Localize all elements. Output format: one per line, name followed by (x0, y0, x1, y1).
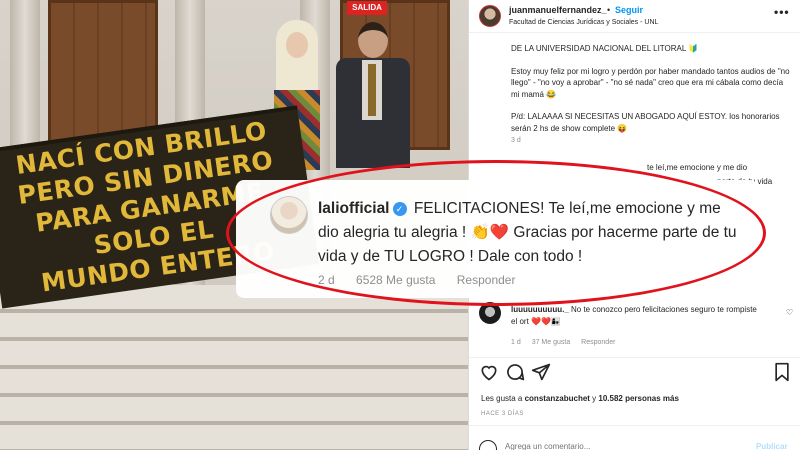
commenter-avatar[interactable] (270, 196, 308, 234)
exit-sign: SALIDA (347, 1, 387, 15)
post-caption: DE LA UNIVERSIDAD NACIONAL DEL LITORAL 🔰… (511, 43, 793, 145)
likes-summary[interactable]: Les gusta a constanzabuchet y 10.582 per… (481, 394, 679, 403)
comment-time: 1 d (511, 339, 521, 346)
author-avatar[interactable] (479, 5, 501, 27)
separator-dot: • (607, 5, 611, 15)
comment-text: luuuuuuuuuu._ No te conozco pero felicit… (511, 304, 761, 327)
post-time-ago: HACE 3 DÍAS (481, 411, 524, 417)
comment-time: 2 d (318, 273, 335, 287)
commenter-username[interactable]: laliofficial (318, 200, 390, 217)
comment-likes[interactable]: 6528 Me gusta (356, 273, 435, 287)
comment-input[interactable] (505, 442, 725, 450)
commenter-username[interactable]: luuuuuuuuuu._ (511, 305, 569, 314)
likes-count[interactable]: 10.582 personas más (598, 394, 679, 403)
comment-text: laliofficial ✓ FELICITACIONES! Te leí,me … (318, 197, 738, 269)
post-header: juanmanuelfernandez_ • Seguir Facultad d… (469, 0, 800, 32)
comment-likes[interactable]: 37 Me gusta (532, 339, 571, 346)
comment-partial-line: te leí,me emocione y me dio (647, 163, 748, 172)
divider (469, 357, 800, 358)
emoji-icon[interactable] (479, 440, 497, 450)
stairs (0, 285, 468, 450)
divider (469, 425, 800, 426)
more-icon[interactable]: ••• (774, 5, 790, 19)
heart-icon[interactable] (479, 362, 499, 382)
reply-button[interactable]: Responder (457, 273, 516, 287)
caption-paragraph: DE LA UNIVERSIDAD NACIONAL DEL LITORAL 🔰 (511, 44, 699, 53)
caption-paragraph: P/d: LALAAAA SI NECESITAS UN ABOGADO AQU… (511, 112, 780, 133)
publish-button[interactable]: Publicar (756, 442, 788, 450)
highlighted-comment: laliofficial ✓ FELICITACIONES! Te leí,me … (236, 180, 758, 298)
liker-username[interactable]: constanzabuchet (525, 394, 590, 403)
verified-badge-icon: ✓ (392, 202, 407, 216)
likes-prefix: Les gusta a (481, 394, 525, 403)
divider (469, 32, 800, 33)
reply-button[interactable]: Responder (581, 339, 615, 346)
screenshot-root: SALIDA NACÍ CON BRILLO PERO SIN DINERO P… (0, 0, 800, 450)
heart-icon[interactable]: ♡ (786, 308, 793, 317)
author-username[interactable]: juanmanuelfernandez_ (509, 5, 607, 15)
commenter-avatar[interactable] (479, 302, 501, 324)
comment-meta: 2 d 6528 Me gusta Responder (318, 273, 533, 287)
comment-icon[interactable] (505, 362, 525, 382)
caption-paragraph: Estoy muy feliz por mi logro y perdón po… (511, 66, 790, 99)
caption-timestamp: 3 d (511, 137, 521, 144)
share-icon[interactable] (531, 362, 551, 382)
post-location[interactable]: Facultad de Ciencias Jurídicas y Sociale… (509, 19, 658, 26)
person-man (332, 22, 414, 168)
bookmark-icon[interactable] (772, 362, 792, 382)
comment-meta: 1 d 37 Me gusta Responder (511, 339, 624, 346)
follow-button[interactable]: Seguir (615, 5, 643, 15)
